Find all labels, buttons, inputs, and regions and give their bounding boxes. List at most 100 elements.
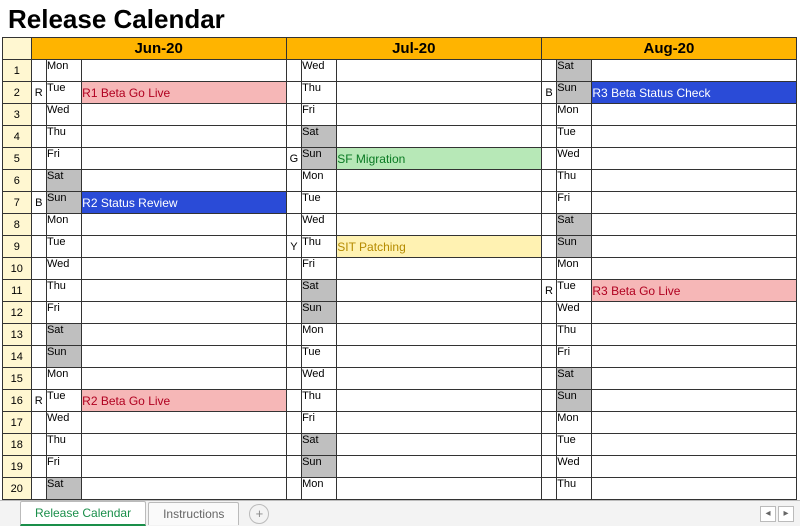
day-of-week[interactable]: Wed [46,104,81,126]
event-cell[interactable] [592,368,797,390]
day-of-week[interactable]: Tue [302,192,337,214]
event-cell[interactable] [592,236,797,258]
event-cell[interactable] [82,368,287,390]
tab-release-calendar[interactable]: Release Calendar [20,501,146,526]
event-cell[interactable]: R2 Beta Go Live [82,390,287,412]
event-cell[interactable] [592,302,797,324]
day-of-week[interactable]: Wed [46,412,81,434]
day-tag[interactable]: R [31,82,46,104]
day-of-week[interactable]: Thu [302,236,337,258]
day-tag[interactable] [31,412,46,434]
event-cell[interactable] [82,236,287,258]
event-cell[interactable] [337,346,542,368]
event-cell[interactable] [337,478,542,500]
event-cell[interactable]: R1 Beta Go Live [82,82,287,104]
day-of-week[interactable]: Mon [46,60,81,82]
day-tag[interactable] [541,412,556,434]
day-tag[interactable] [31,60,46,82]
tab-scroll-left-icon[interactable]: ◂ [760,506,776,522]
day-of-week[interactable]: Sun [557,82,592,104]
event-cell[interactable] [592,192,797,214]
day-of-week[interactable]: Sun [302,148,337,170]
day-tag[interactable] [541,390,556,412]
event-cell[interactable] [82,170,287,192]
event-cell[interactable] [592,214,797,236]
event-cell[interactable] [82,126,287,148]
event-cell[interactable] [337,434,542,456]
day-tag[interactable]: R [541,280,556,302]
day-of-week[interactable]: Sun [302,302,337,324]
day-tag[interactable] [541,302,556,324]
event-cell[interactable] [337,324,542,346]
event-cell[interactable] [82,478,287,500]
day-of-week[interactable]: Sat [302,280,337,302]
day-tag[interactable] [31,434,46,456]
day-tag[interactable] [286,280,301,302]
tab-scroll-right-icon[interactable]: ▸ [778,506,794,522]
day-of-week[interactable]: Thu [557,170,592,192]
day-of-week[interactable]: Sun [46,346,81,368]
day-tag[interactable] [541,456,556,478]
event-cell[interactable]: SF Migration [337,148,542,170]
day-of-week[interactable]: Wed [302,368,337,390]
day-of-week[interactable]: Mon [46,214,81,236]
day-tag[interactable] [541,478,556,500]
day-tag[interactable] [31,280,46,302]
event-cell[interactable] [592,104,797,126]
day-of-week[interactable]: Fri [302,104,337,126]
event-cell[interactable] [337,126,542,148]
day-of-week[interactable]: Fri [46,302,81,324]
day-tag[interactable] [286,104,301,126]
event-cell[interactable] [337,82,542,104]
event-cell[interactable] [592,148,797,170]
day-tag[interactable] [541,192,556,214]
day-tag[interactable] [286,390,301,412]
day-of-week[interactable]: Fri [46,456,81,478]
event-cell[interactable] [337,170,542,192]
day-tag[interactable] [286,170,301,192]
day-tag[interactable] [541,324,556,346]
event-cell[interactable] [82,456,287,478]
event-cell[interactable]: SIT Patching [337,236,542,258]
day-tag[interactable] [286,258,301,280]
event-cell[interactable] [82,104,287,126]
day-of-week[interactable]: Fri [46,148,81,170]
day-of-week[interactable]: Mon [302,478,337,500]
event-cell[interactable] [82,214,287,236]
day-tag[interactable]: R [31,390,46,412]
event-cell[interactable] [592,324,797,346]
day-of-week[interactable]: Thu [557,478,592,500]
event-cell[interactable] [592,60,797,82]
event-cell[interactable] [337,456,542,478]
event-cell[interactable] [592,412,797,434]
day-tag[interactable] [541,434,556,456]
day-tag[interactable] [541,368,556,390]
event-cell[interactable] [337,390,542,412]
event-cell[interactable] [337,280,542,302]
event-cell[interactable] [337,104,542,126]
event-cell[interactable]: R3 Beta Go Live [592,280,797,302]
event-cell[interactable] [337,302,542,324]
day-of-week[interactable]: Wed [557,456,592,478]
day-tag[interactable] [31,236,46,258]
day-of-week[interactable]: Thu [302,82,337,104]
day-of-week[interactable]: Wed [302,60,337,82]
day-tag[interactable] [541,236,556,258]
day-tag[interactable] [541,170,556,192]
event-cell[interactable] [337,192,542,214]
day-tag[interactable] [31,126,46,148]
day-tag[interactable] [31,148,46,170]
day-of-week[interactable]: Tue [46,236,81,258]
day-tag[interactable] [31,346,46,368]
day-tag[interactable] [286,60,301,82]
day-tag[interactable] [541,214,556,236]
day-of-week[interactable]: Mon [557,412,592,434]
event-cell[interactable] [592,126,797,148]
day-tag[interactable] [31,104,46,126]
day-of-week[interactable]: Tue [557,280,592,302]
day-tag[interactable]: B [541,82,556,104]
tab-instructions[interactable]: Instructions [148,502,239,525]
day-of-week[interactable]: Sun [557,236,592,258]
day-of-week[interactable]: Sat [302,434,337,456]
day-tag[interactable] [541,148,556,170]
